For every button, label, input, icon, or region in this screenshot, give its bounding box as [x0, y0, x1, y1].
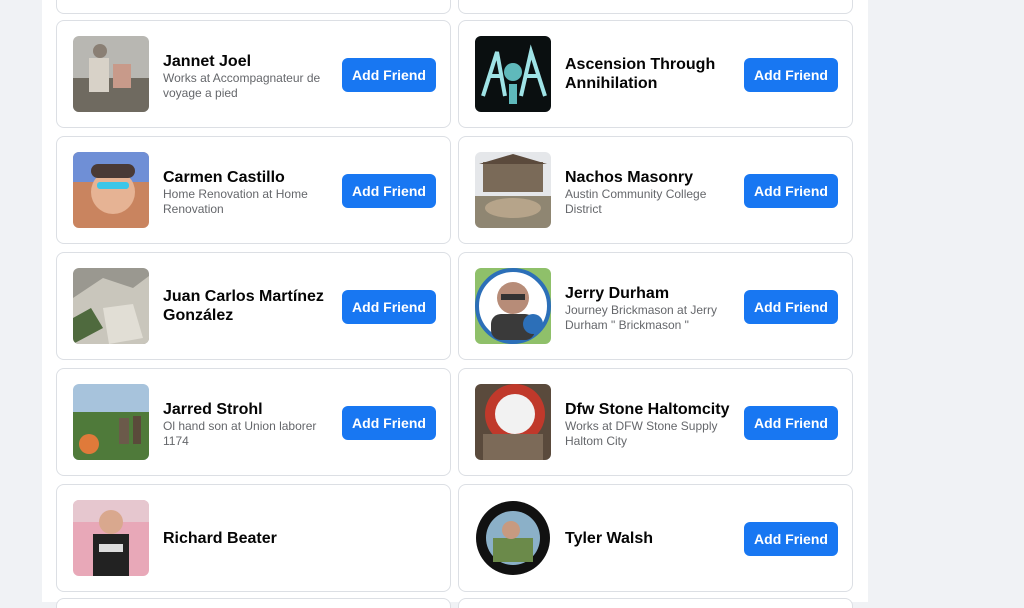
suggestion-card[interactable]: Juan Carlos Martínez González Add Friend: [56, 252, 451, 360]
add-friend-button[interactable]: Add Friend: [342, 406, 436, 440]
add-friend-button[interactable]: Add Friend: [744, 174, 838, 208]
suggestion-subtitle: Ol hand son at Union laborer 1174: [163, 419, 317, 448]
suggestion-subtitle: Works at DFW Stone Supply Haltom City: [565, 419, 718, 448]
suggestion-name[interactable]: Richard Beater: [163, 529, 333, 548]
suggestion-name[interactable]: Nachos Masonry: [565, 168, 735, 187]
suggestion-subtitle: Journey Brickmason at Jerry Durham " Bri…: [565, 303, 718, 332]
add-friend-button[interactable]: Add Friend: [744, 406, 838, 440]
suggestion-card[interactable]: Nachos Masonry Austin Community College …: [458, 136, 853, 244]
person-photo-icon[interactable]: [73, 36, 149, 112]
suggestion-card[interactable]: Jarred Strohl Ol hand son at Union labor…: [56, 368, 451, 476]
suggestion-subtitle: Works at Accompagnateur de voyage a pied: [163, 71, 321, 100]
suggestion-name[interactable]: Juan Carlos Martínez González: [163, 287, 333, 325]
suggestion-card-partial: [458, 598, 853, 608]
add-friend-button[interactable]: Add Friend: [744, 58, 838, 92]
suggestion-subtitle: Austin Community College District: [565, 187, 707, 216]
add-friend-button[interactable]: Add Friend: [744, 290, 838, 324]
outdoor-photo-icon[interactable]: [73, 384, 149, 460]
suggestion-card[interactable]: Tyler Walsh Add Friend: [458, 484, 853, 592]
add-friend-button[interactable]: Add Friend: [342, 290, 436, 324]
suggestion-name[interactable]: Jerry Durham: [565, 284, 735, 303]
person-photo-icon[interactable]: [73, 500, 149, 576]
suggestion-card[interactable]: Carmen Castillo Home Renovation at Home …: [56, 136, 451, 244]
suggestion-card[interactable]: Ascension Through Annihilation Add Frien…: [458, 20, 853, 128]
person-photo-icon[interactable]: [73, 152, 149, 228]
suggestion-name[interactable]: Dfw Stone Haltomcity: [565, 400, 735, 419]
suggestion-name[interactable]: Ascension Through Annihilation: [565, 55, 735, 93]
person-photo-icon[interactable]: [475, 268, 551, 344]
band-logo-icon[interactable]: [475, 36, 551, 112]
suggestion-card-partial: [56, 0, 451, 14]
suggestion-name[interactable]: Carmen Castillo: [163, 168, 333, 187]
suggestion-name[interactable]: Tyler Walsh: [565, 529, 735, 548]
add-friend-button[interactable]: Add Friend: [342, 58, 436, 92]
suggestion-card[interactable]: Jannet Joel Works at Accompagnateur de v…: [56, 20, 451, 128]
add-friend-button[interactable]: Add Friend: [342, 174, 436, 208]
rock-photo-icon[interactable]: [73, 268, 149, 344]
suggestion-card[interactable]: Dfw Stone Haltomcity Works at DFW Stone …: [458, 368, 853, 476]
suggestion-name[interactable]: Jannet Joel: [163, 52, 333, 71]
person-photo-icon[interactable]: [475, 500, 551, 576]
suggestion-card-partial: [56, 598, 451, 608]
suggestion-name[interactable]: Jarred Strohl: [163, 400, 333, 419]
logo-photo-icon[interactable]: [475, 384, 551, 460]
add-friend-button[interactable]: Add Friend: [744, 522, 838, 556]
masonry-photo-icon[interactable]: [475, 152, 551, 228]
people-you-may-know-grid: Jannet Joel Works at Accompagnateur de v…: [56, 0, 854, 608]
right-margin: [868, 0, 1024, 602]
suggestion-subtitle: Home Renovation at Home Renovation: [163, 187, 308, 216]
suggestion-card-partial: [458, 0, 853, 14]
suggestion-card[interactable]: Jerry Durham Journey Brickmason at Jerry…: [458, 252, 853, 360]
suggestion-card[interactable]: Richard Beater: [56, 484, 451, 592]
